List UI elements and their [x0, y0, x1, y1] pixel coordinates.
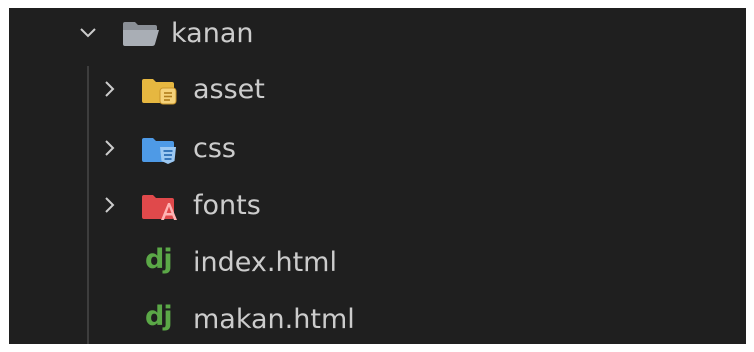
tree-item-index-html[interactable]: dj index.html	[9, 237, 746, 293]
folder-css-icon	[142, 138, 176, 164]
tree-item-makan-html[interactable]: dj makan.html	[9, 294, 746, 344]
chevron-right-icon[interactable]	[99, 194, 121, 216]
tree-item-label: makan.html	[193, 304, 355, 335]
chevron-right-icon[interactable]	[99, 137, 121, 159]
django-file-icon: dj	[145, 244, 173, 275]
tree-item-asset[interactable]: asset	[9, 64, 746, 120]
folder-asset-icon	[142, 79, 177, 105]
tree-item-label: asset	[193, 74, 265, 105]
tree-item-kanan[interactable]: kanan	[9, 8, 746, 64]
tree-item-fonts[interactable]: fonts	[9, 180, 746, 236]
tree-item-css[interactable]: css	[9, 123, 746, 179]
tree-item-label: kanan	[171, 18, 254, 49]
tree-item-label: css	[193, 133, 236, 164]
chevron-right-icon[interactable]	[99, 78, 121, 100]
folder-open-icon	[123, 22, 159, 46]
tree-item-label: fonts	[193, 190, 261, 221]
file-explorer-panel: kanan asset css fonts dj index.html dj m…	[9, 8, 746, 344]
django-file-icon: dj	[145, 301, 173, 332]
tree-item-label: index.html	[193, 247, 337, 278]
screenshot-frame: kanan asset css fonts dj index.html dj m…	[0, 0, 754, 352]
chevron-down-icon[interactable]	[77, 22, 99, 44]
folder-fonts-icon	[142, 195, 177, 220]
